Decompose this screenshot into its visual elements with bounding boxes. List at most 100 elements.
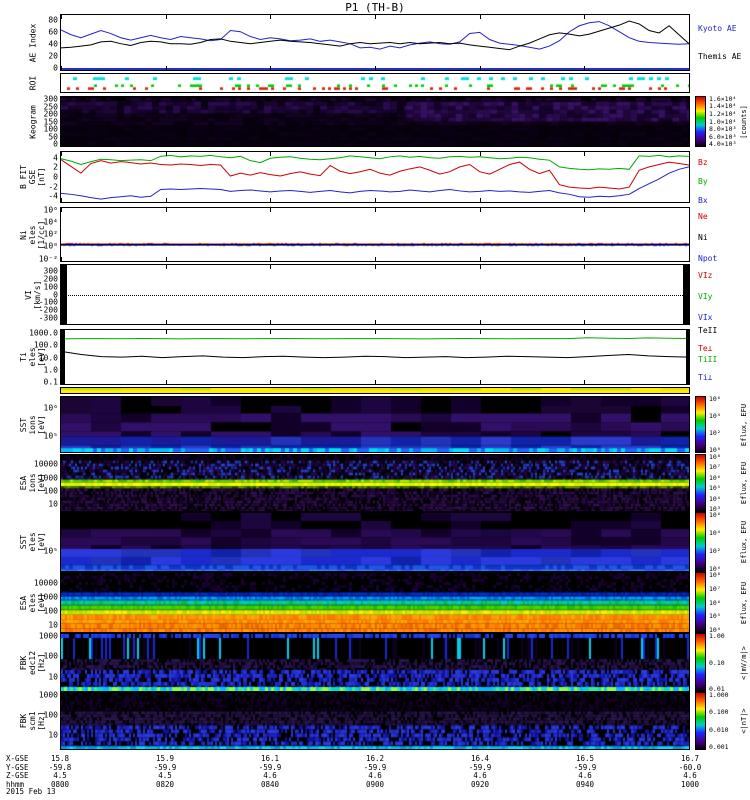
panel-ti: Ti eles [eV] 1000.0 100.0 10.0 1.0 0.1	[60, 329, 690, 385]
axis-value: 0800	[51, 780, 69, 789]
y-tick-label: 10⁵	[44, 431, 58, 440]
panel-ni: Ni eles [1/cc] 10⁶ 10⁴ 10² 10⁰ 10⁻²	[60, 207, 690, 262]
x-tick	[61, 198, 62, 202]
trace-label-ni: Ni	[698, 233, 708, 242]
y-tick-label: 1000	[39, 592, 58, 601]
x-tick	[584, 66, 585, 70]
x-tick	[61, 208, 62, 212]
y-tick-label: 1.0	[44, 365, 58, 374]
y-tick-label: 100	[44, 606, 58, 615]
x-tick	[480, 66, 481, 70]
spectrogram-sst-ions	[61, 397, 689, 452]
y-tick-label: 100	[44, 487, 58, 496]
line-themis-ae	[61, 21, 689, 50]
y-tick-label: 40	[48, 39, 58, 48]
y-tick-label: 10⁰	[44, 242, 58, 251]
x-tick	[689, 198, 690, 202]
y-tick-label: 1000	[39, 473, 58, 482]
y-tick-label: 2	[53, 163, 58, 172]
spectrogram-fbk-b	[61, 693, 689, 749]
trace-label-npot: Npot	[698, 254, 717, 263]
y-tick-label: 1000	[39, 691, 58, 700]
colorbar-tick-label: 1.000	[709, 691, 729, 699]
line-by	[61, 155, 689, 169]
line-bz	[61, 160, 689, 189]
panel-vi: VI [km/s] 300 200 100 0 -100 -200 -300	[60, 264, 690, 325]
colorbar-tick-label: 10⁶	[709, 474, 721, 482]
x-tick	[270, 257, 271, 261]
line-chart-ni	[61, 208, 689, 261]
spectrogram-roi	[61, 74, 689, 92]
trace-label-ne: Ne	[698, 212, 708, 221]
x-tick	[270, 15, 271, 19]
x-tick	[270, 265, 271, 269]
data-gap-bar	[686, 330, 689, 384]
line-chart-ae	[61, 15, 689, 70]
y-tick-label: 100	[44, 711, 58, 720]
x-tick	[61, 66, 62, 70]
panel-keogram: Keogram 300 250 200 150 100 50 0	[60, 96, 690, 147]
y-tick-label: 0.1	[44, 378, 58, 387]
x-tick	[375, 330, 376, 334]
colorbar-keogram	[695, 96, 706, 147]
x-tick	[375, 380, 376, 384]
y-tick-label: 0	[53, 173, 58, 182]
colorbar-fbk-e	[695, 633, 706, 692]
trace-label-bx: Bx	[698, 196, 708, 205]
colorbar-esa-eles	[695, 572, 706, 633]
x-tick	[480, 330, 481, 334]
colorbar-tick-label: 10²	[709, 429, 721, 437]
line-kyoto-ae	[61, 22, 689, 50]
colorbar-tick-label: 0.001	[709, 743, 729, 751]
line-chart-ti	[61, 330, 689, 384]
y-tick-label: 10	[48, 672, 58, 681]
panel-fbk-b: FBK scm1 [Hz] 1000 100 10	[60, 692, 690, 750]
colorbar-unit-sst-eles: Eflux, EFU	[740, 521, 748, 563]
trace-label-bz: Bz	[698, 158, 708, 167]
y-tick-label: 10⁶	[44, 205, 58, 214]
x-tick	[584, 198, 585, 202]
spectrogram-flag	[61, 388, 689, 393]
colorbar-unit-keogram: [counts]	[740, 105, 748, 139]
panel-esa-ions: ESA ions [eV] 10000 1000 100 10	[60, 454, 690, 512]
panel-sst-ions: SST ions [eV] 10⁶ 10⁵	[60, 396, 690, 453]
x-tick	[480, 15, 481, 19]
colorbar-tick-label: 10²	[709, 547, 721, 555]
y-axis-label-keogram: Keogram	[28, 105, 37, 139]
x-tick	[166, 208, 167, 212]
trace-label-vix: VIx	[698, 313, 712, 322]
themis-overview-figure: P1 (TH-B) 2015 Feb 13 AE Index 80 60 40 20 0 R…	[0, 0, 750, 800]
y-tick-label: 10⁴	[44, 217, 58, 226]
panel-bfit: B FIT GSE [nT] 4 2 0 -2 -4	[60, 151, 690, 203]
colorbar-unit-fbk-b: <|nT|>	[740, 708, 748, 733]
x-tick	[166, 257, 167, 261]
colorbar-tick-label: 10⁴	[709, 495, 721, 503]
x-tick	[166, 320, 167, 324]
x-tick	[270, 198, 271, 202]
y-tick-label: 80	[48, 15, 58, 24]
axis-value: 0920	[471, 780, 489, 789]
x-tick	[480, 152, 481, 156]
x-tick	[480, 198, 481, 202]
y-tick-label: 60	[48, 27, 58, 36]
colorbar-tick-label: 10⁵	[709, 484, 721, 492]
x-tick	[375, 15, 376, 19]
y-tick-label: 100.0	[34, 341, 58, 350]
panel-flag	[60, 387, 690, 394]
colorbar-unit-esa-eles: Eflux, EFU	[740, 581, 748, 623]
x-tick	[480, 208, 481, 212]
axis-value: 0940	[576, 780, 594, 789]
x-tick	[689, 66, 690, 70]
x-tick	[584, 320, 585, 324]
x-tick	[270, 152, 271, 156]
x-tick	[166, 66, 167, 70]
y-tick-label: -300	[39, 313, 58, 322]
data-gap-bar	[61, 330, 65, 384]
trace-label-ti-: Ti⊥	[698, 373, 712, 382]
x-tick	[375, 198, 376, 202]
colorbar-tick-label: 1.00	[709, 632, 725, 640]
colorbar-unit-esa-ions: Eflux, EFU	[740, 462, 748, 504]
y-tick-label: 1000	[39, 632, 58, 641]
axis-value: 0820	[156, 780, 174, 789]
colorbar-tick-label: 10⁴	[709, 529, 721, 537]
